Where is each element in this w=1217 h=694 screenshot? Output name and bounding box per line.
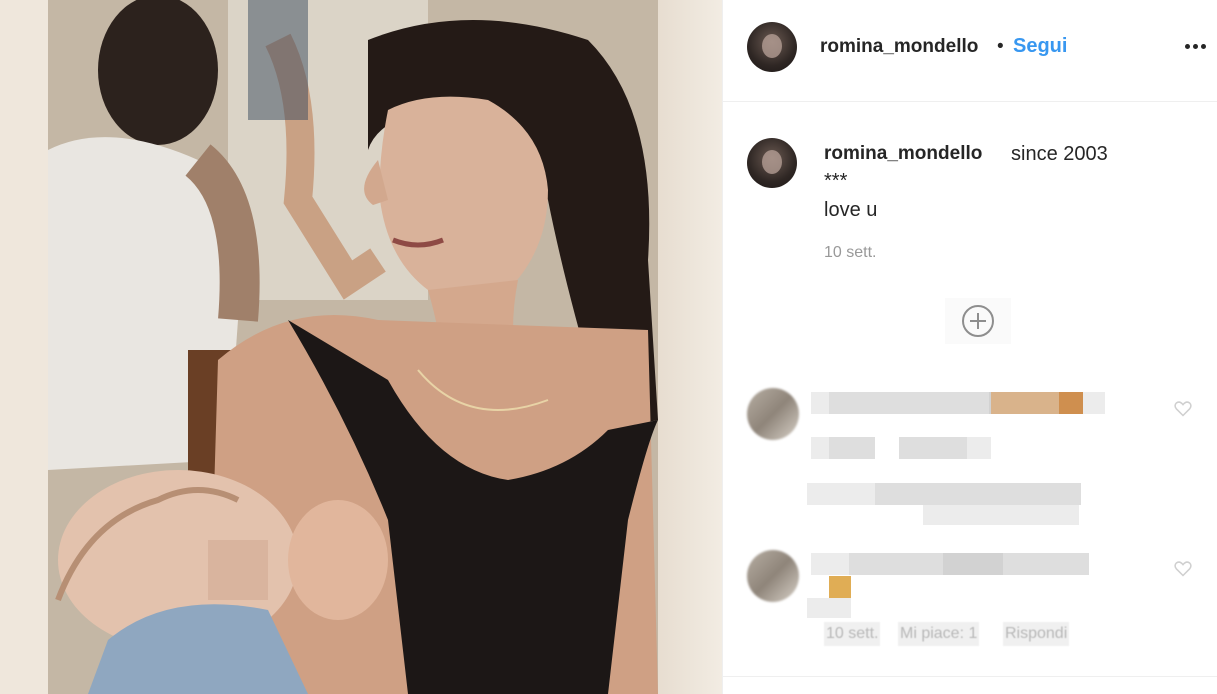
photo-illustration (48, 0, 658, 694)
more-dot (1201, 43, 1206, 49)
pixelated-text (1083, 392, 1105, 414)
pixelated-text (991, 392, 1061, 414)
caption-line-3: love u (824, 199, 878, 221)
post-header: romina_mondello • Segui (723, 0, 1217, 102)
caption-author-username[interactable]: romina_mondello (824, 143, 982, 165)
pixelated-text (875, 483, 1081, 505)
comment-timestamp[interactable]: 10 sett. (824, 622, 881, 646)
caption-text: since 2003 (1011, 143, 1108, 165)
author-username[interactable]: romina_mondello (820, 36, 978, 58)
follow-button[interactable]: Segui (1013, 35, 1067, 58)
comment-likes[interactable]: Mi piace: 1 (898, 622, 980, 646)
pixelated-text (811, 392, 831, 414)
pixelated-text (807, 483, 877, 505)
pixelated-text (899, 437, 969, 459)
more-dot (1193, 43, 1198, 49)
pixelated-text (829, 392, 989, 414)
pixelated-text (923, 505, 1079, 525)
pixelated-text (829, 576, 851, 598)
more-dot (1185, 43, 1190, 49)
post-photo-area (0, 0, 722, 694)
plus-circle-icon (962, 305, 994, 337)
commenter-avatar[interactable] (747, 550, 799, 602)
post-side-panel: romina_mondello • Segui romina_mondello … (722, 0, 1217, 694)
load-more-comments-button[interactable] (945, 298, 1011, 344)
commenter-avatar[interactable] (747, 388, 799, 440)
caption-author-avatar[interactable] (747, 138, 797, 188)
heart-icon[interactable] (1173, 558, 1193, 578)
photo-margin (658, 0, 722, 694)
pixelated-text (811, 553, 851, 575)
pixelated-text (829, 437, 875, 459)
caption-line-2: *** (824, 170, 848, 192)
more-options-icon[interactable] (1185, 38, 1209, 54)
pixelated-text (1059, 392, 1083, 414)
author-avatar[interactable] (747, 22, 797, 72)
heart-icon[interactable] (1173, 398, 1193, 418)
pixelated-text (943, 553, 1003, 575)
pixelated-text (807, 598, 851, 618)
header-separator: • (997, 36, 1004, 57)
divider (723, 676, 1217, 677)
caption-timestamp[interactable]: 10 sett. (824, 244, 876, 262)
pixelated-text (967, 437, 991, 459)
post-photo[interactable] (48, 0, 658, 694)
comment-reply-button[interactable]: Rispondi (1003, 622, 1070, 646)
